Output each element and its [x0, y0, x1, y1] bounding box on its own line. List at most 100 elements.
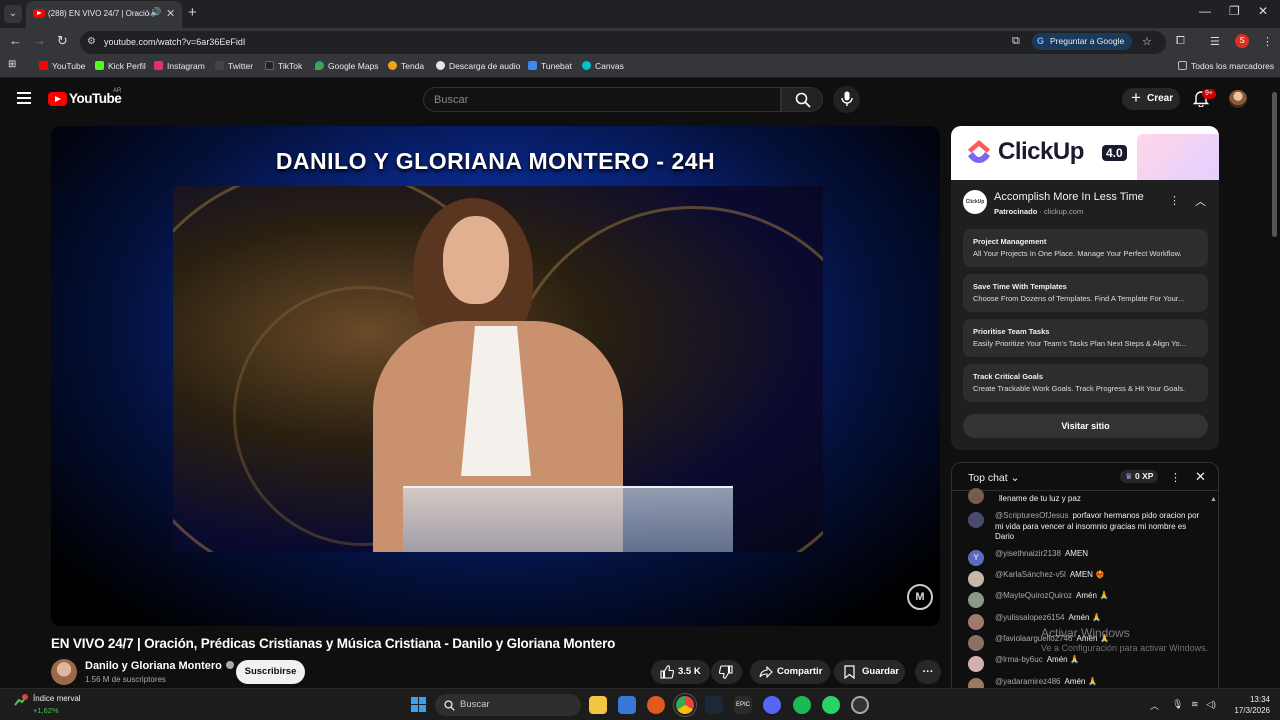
more-actions-button[interactable]: ··· [915, 660, 941, 684]
taskbar-search-input[interactable]: Buscar [435, 694, 581, 716]
bookmark-tenda[interactable]: Tenda [388, 61, 424, 71]
chat-author-avatar[interactable] [968, 571, 984, 587]
bookmark-tiktok[interactable]: TikTok [265, 61, 302, 71]
back-arrow-icon[interactable]: ← [9, 33, 22, 48]
stock-widget-name[interactable]: Índice merval [33, 694, 81, 703]
collapse-chevron-up-icon[interactable]: ︿ [1195, 193, 1206, 209]
chrome-menu-icon[interactable]: ⋮ [1262, 35, 1273, 48]
file-explorer-icon[interactable] [589, 696, 607, 714]
browser-tab[interactable]: (288) EN VIVO 24/7 | Oración 🔊 ✕ [26, 1, 182, 28]
bookmark-star-icon[interactable]: ☆ [1142, 35, 1152, 48]
like-button[interactable]: 3.5 K [651, 660, 710, 684]
xp-badge[interactable]: ♛ 0 XP [1120, 470, 1159, 483]
chat-author-name[interactable]: @KarlaSánchez-v5l [995, 570, 1066, 579]
channel-name-text[interactable]: Danilo y Gloriana Montero [85, 660, 222, 672]
visit-site-button[interactable]: Visitar sitio [963, 414, 1208, 438]
epic-games-icon[interactable]: EPIC [734, 696, 752, 714]
ad-sitelink[interactable]: Prioritise Team Tasks Easily Prioritize Y… [963, 319, 1208, 357]
create-button[interactable]: Crear [1122, 87, 1180, 110]
brave-browser-icon[interactable] [647, 696, 665, 714]
snipping-tool-icon[interactable] [851, 696, 869, 714]
volume-icon[interactable]: ◁) [1206, 699, 1216, 710]
tab-search-dropdown-icon[interactable]: ⌄ [4, 5, 22, 23]
chrome-icon[interactable] [673, 693, 697, 717]
minimize-button[interactable]: — [1199, 4, 1211, 18]
site-info-icon[interactable]: ⚙ [87, 36, 96, 47]
tab-close-icon[interactable]: ✕ [166, 7, 175, 20]
wifi-icon[interactable]: ≋ [1191, 699, 1199, 710]
advertiser-icon[interactable]: ClickUp [963, 190, 987, 214]
profile-avatar[interactable]: S [1235, 34, 1249, 48]
chat-scroll-up-icon[interactable]: ▲ [1210, 496, 1217, 503]
video-frame[interactable] [173, 186, 823, 552]
apps-grid-icon[interactable]: ⊞ [8, 59, 16, 70]
channel-watermark-icon[interactable]: M [907, 584, 933, 610]
chat-author-avatar[interactable] [968, 656, 984, 672]
chat-close-icon[interactable]: ✕ [1195, 469, 1206, 485]
ad-sitelink[interactable]: Track Critical Goals Create Trackable Wor… [963, 364, 1208, 402]
bookmark-canvas[interactable]: Canvas [582, 61, 624, 71]
chat-author-name[interactable]: @yadaramirez486 [995, 677, 1060, 686]
user-avatar[interactable] [1229, 90, 1247, 108]
channel-name[interactable]: Danilo y Gloriana Montero [85, 660, 234, 672]
bookmark-tunebat[interactable]: Tunebat [528, 61, 572, 71]
search-button[interactable] [781, 87, 823, 112]
chat-author-name[interactable]: @lrma-by6uc [995, 655, 1043, 664]
stock-chart-icon[interactable] [14, 694, 28, 708]
chat-kebab-menu-icon[interactable]: ⋮ [1170, 471, 1181, 484]
chat-author-name[interactable]: @MayteQuirozQuiroz [995, 591, 1072, 600]
extensions-icon[interactable]: ⧠ [1176, 35, 1185, 48]
chat-author-name[interactable]: @yulissalopez6154 [995, 613, 1065, 622]
chat-author-avatar[interactable] [968, 512, 984, 528]
discord-icon[interactable] [763, 696, 781, 714]
microsoft-store-icon[interactable] [618, 696, 636, 714]
chat-author-avatar[interactable] [968, 614, 984, 630]
restore-button[interactable]: ❐ [1229, 4, 1240, 18]
ad-kebab-menu-icon[interactable]: ⋮ [1169, 194, 1180, 207]
windows-start-icon[interactable] [411, 697, 427, 713]
chat-mode-dropdown[interactable]: Top chat ⌄ [968, 472, 1019, 484]
share-button[interactable]: Compartir [750, 660, 830, 684]
tab-audio-icon[interactable]: 🔊 [150, 7, 161, 18]
save-button[interactable]: Guardar [834, 660, 905, 684]
chat-author-name[interactable]: @ScripturesOfJesus [995, 511, 1068, 520]
ad-sitelink[interactable]: Save Time With Templates Choose From Doze… [963, 274, 1208, 312]
steam-icon[interactable] [705, 696, 723, 714]
taskbar-clock[interactable]: 13:34 17/3/2026 [1226, 694, 1270, 716]
bookmark-instagram[interactable]: Instagram [154, 61, 205, 71]
bookmark-descarga-audio[interactable]: Descarga de audio [436, 61, 520, 71]
tray-overflow-chevron-icon[interactable]: ︿ [1150, 699, 1159, 712]
ad-sitelink[interactable]: Project Management All Your Projects In O… [963, 229, 1208, 267]
voice-search-button[interactable] [833, 86, 860, 113]
bookmark-google-maps[interactable]: Google Maps [315, 61, 379, 71]
ask-google-button[interactable]: Preguntar a Google [1032, 33, 1132, 50]
bookmark-kick[interactable]: Kick Perfil [95, 61, 146, 71]
chat-author-avatar[interactable] [968, 635, 984, 651]
close-window-button[interactable]: ✕ [1258, 4, 1268, 18]
dislike-button[interactable] [711, 660, 742, 684]
spotify-icon[interactable] [793, 696, 811, 714]
video-player[interactable]: DANILO Y GLORIANA MONTERO - 24H M [51, 126, 940, 626]
menu-hamburger-icon[interactable] [17, 92, 31, 104]
ad-headline[interactable]: Accomplish More In Less Time [994, 191, 1144, 203]
address-url[interactable]: youtube.com/watch?v=6ar36EeFidI [104, 37, 245, 47]
all-bookmarks-folder[interactable]: Todos los marcadores [1178, 61, 1274, 71]
channel-avatar[interactable] [51, 659, 77, 685]
microphone-tray-icon[interactable]: 🎙 [1172, 699, 1183, 710]
address-bar[interactable]: ⚙ youtube.com/watch?v=6ar36EeFidI [80, 31, 1166, 54]
bookmark-twitter[interactable]: Twitter [215, 61, 253, 71]
page-scrollbar[interactable] [1272, 92, 1277, 237]
chat-author-avatar[interactable]: Y [968, 550, 984, 566]
reload-icon[interactable]: ↻ [57, 33, 68, 49]
subscribe-button[interactable]: Suscribirse [236, 660, 305, 684]
ad-banner-image[interactable]: ClickUp 4.0 [951, 126, 1219, 180]
whatsapp-icon[interactable] [822, 696, 840, 714]
sponsored-ad-panel[interactable]: ClickUp 4.0 ClickUp Accomplish More In L… [951, 126, 1219, 450]
chat-author-avatar[interactable] [968, 592, 984, 608]
search-input[interactable]: Buscar [423, 87, 781, 112]
chat-author-avatar[interactable] [968, 488, 984, 504]
bookmark-youtube[interactable]: YouTube [39, 61, 85, 71]
install-app-icon[interactable]: ⧉ [1012, 35, 1020, 48]
forward-arrow-icon[interactable]: → [33, 33, 46, 48]
new-tab-button[interactable]: + [188, 4, 197, 21]
